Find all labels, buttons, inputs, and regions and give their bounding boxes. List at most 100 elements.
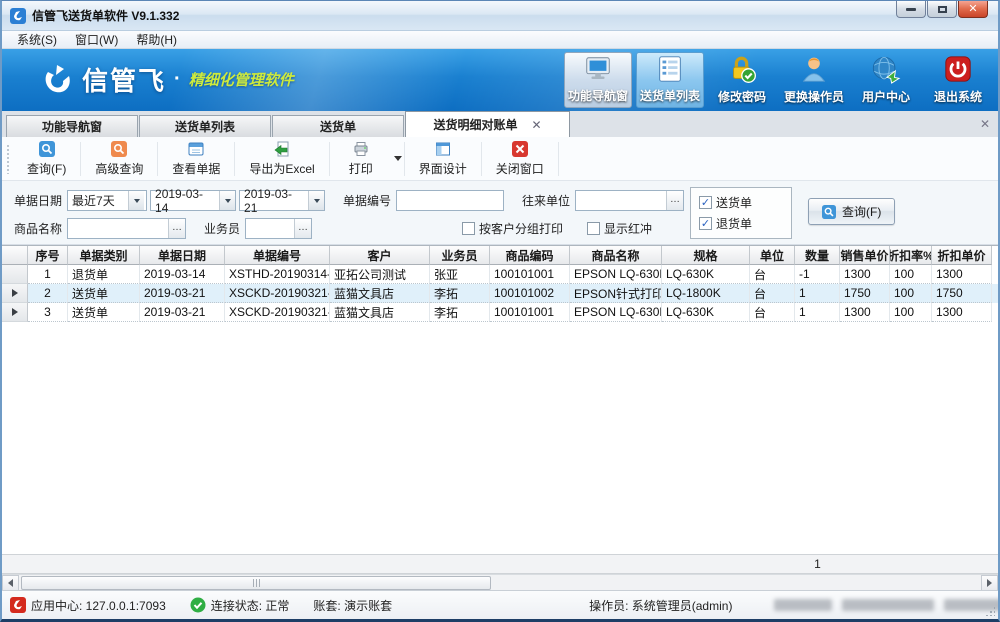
- dropdown-caret-icon[interactable]: [394, 156, 402, 161]
- column-header[interactable]: 序号: [28, 246, 68, 265]
- search-orange-icon: [111, 141, 127, 158]
- table-cell: XSCKD-20190321-0002: [225, 284, 330, 303]
- banner-button-power[interactable]: 退出系统: [924, 52, 992, 108]
- minimize-button[interactable]: [896, 1, 926, 18]
- toolbar-button-close-red[interactable]: 关闭窗口: [484, 138, 556, 180]
- delivery-type-checkbox[interactable]: 送货单: [699, 194, 783, 211]
- toolbar-button-document[interactable]: 查看单据: [160, 138, 232, 180]
- scrollbar-thumb[interactable]: [21, 576, 491, 590]
- table-cell: 李拓: [430, 303, 490, 322]
- table-cell: XSTHD-20190314-0001: [225, 265, 330, 284]
- close-all-tabs-icon[interactable]: ✕: [980, 117, 990, 131]
- menu-item[interactable]: 系统(S): [8, 31, 66, 48]
- column-header[interactable]: 单据编号: [225, 246, 330, 265]
- column-header[interactable]: 规格: [662, 246, 750, 265]
- table-cell: XSCKD-20190321-0002: [225, 303, 330, 322]
- show-red-checkbox[interactable]: 显示红冲: [587, 220, 652, 237]
- row-arrow-icon: [12, 289, 18, 297]
- chevron-down-icon[interactable]: [219, 191, 235, 210]
- column-header[interactable]: 折扣单价: [932, 246, 992, 265]
- toolbar-button-search-orange[interactable]: 高级查询: [83, 138, 155, 180]
- banner-button-lock[interactable]: 修改密码: [708, 52, 776, 108]
- banner-button-person[interactable]: 更换操作员: [780, 52, 848, 108]
- chevron-down-icon[interactable]: [128, 191, 144, 210]
- document-icon: [188, 141, 204, 158]
- design-icon: [435, 141, 451, 158]
- table-cell: 1750: [932, 284, 992, 303]
- column-header[interactable]: 客户: [330, 246, 430, 265]
- tab[interactable]: 送货单 ✕: [272, 115, 404, 137]
- column-header[interactable]: 数量: [795, 246, 840, 265]
- toolbar-button-excel[interactable]: 导出为Excel: [237, 138, 326, 180]
- title-app-icon: [10, 8, 26, 24]
- table-cell: EPSON针式打印机: [570, 284, 662, 303]
- toolbar-grip[interactable]: [6, 144, 11, 174]
- tab-close-icon[interactable]: ✕: [531, 120, 541, 130]
- row-selector: [2, 265, 28, 284]
- table-row[interactable]: 3送货单2019-03-21XSCKD-20190321-0002蓝猫文具店李拓…: [2, 303, 998, 322]
- bill-no-input[interactable]: [396, 190, 504, 211]
- column-header[interactable]: 单位: [750, 246, 795, 265]
- scrollbar-track[interactable]: [19, 575, 981, 591]
- scroll-left-button[interactable]: [2, 575, 19, 591]
- table-row[interactable]: 1退货单2019-03-14XSTHD-20190314-0001亚拓公司测试张…: [2, 265, 998, 284]
- banner-button-monitor[interactable]: 功能导航窗: [564, 52, 632, 108]
- bill-type-groupbox: 送货单 退货单: [690, 187, 792, 239]
- column-header[interactable]: 折扣率%: [890, 246, 932, 265]
- salesman-field: …: [245, 218, 312, 239]
- close-button[interactable]: ✕: [958, 1, 988, 18]
- product-input[interactable]: [68, 220, 168, 237]
- table-cell: 1: [28, 265, 68, 284]
- toolbar-button-printer[interactable]: 打印: [332, 138, 390, 180]
- salesman-label: 业务员: [204, 220, 240, 237]
- table-cell: LQ-630K: [662, 303, 750, 322]
- table-cell: 台: [750, 284, 795, 303]
- column-header[interactable]: 商品名称: [570, 246, 662, 265]
- grid-summary-row: 1: [2, 554, 998, 574]
- brand: 信管飞 · 精细化管理软件: [40, 61, 294, 98]
- column-header[interactable]: 单据日期: [140, 246, 225, 265]
- table-cell: 1: [795, 303, 840, 322]
- search-blue-icon: [39, 141, 55, 158]
- salesman-input[interactable]: [246, 220, 294, 237]
- ellipsis-button[interactable]: …: [666, 191, 683, 210]
- checkbox-icon: [462, 222, 475, 235]
- return-type-checkbox[interactable]: 退货单: [699, 215, 783, 232]
- operator-status: 操作员: 系统管理员(admin): [589, 597, 732, 614]
- query-button[interactable]: 查询(F): [808, 198, 895, 225]
- banner-button-list[interactable]: 送货单列表: [636, 52, 704, 108]
- tab[interactable]: 送货明细对账单 ✕: [405, 111, 570, 137]
- table-row[interactable]: 2送货单2019-03-21XSCKD-20190321-0002蓝猫文具店李拓…: [2, 284, 998, 303]
- chevron-down-icon[interactable]: [308, 191, 324, 210]
- ellipsis-button[interactable]: …: [168, 219, 185, 238]
- printer-icon: [353, 141, 369, 158]
- row-arrow-icon: [12, 308, 18, 316]
- tab[interactable]: 功能导航窗 ✕: [6, 115, 138, 137]
- checkbox-icon: [699, 217, 712, 230]
- column-header[interactable]: 单据类别: [68, 246, 140, 265]
- toolbar-button-design[interactable]: 界面设计: [407, 138, 479, 180]
- date-from-select[interactable]: 2019-03-14: [150, 190, 236, 211]
- group-print-checkbox[interactable]: 按客户分组打印: [462, 220, 563, 237]
- checkbox-icon: [699, 196, 712, 209]
- toolbar-button-search-blue[interactable]: 查询(F): [15, 138, 78, 180]
- banner-button-globe[interactable]: 用户中心: [852, 52, 920, 108]
- menu-item[interactable]: 帮助(H): [127, 31, 186, 48]
- date-label: 单据日期: [14, 192, 62, 209]
- column-header[interactable]: 商品编码: [490, 246, 570, 265]
- column-header[interactable]: 业务员: [430, 246, 490, 265]
- partner-input[interactable]: [576, 192, 666, 209]
- date-preset-select[interactable]: 最近7天: [67, 190, 147, 211]
- maximize-button[interactable]: [927, 1, 957, 18]
- toolbar-separator: [157, 142, 158, 176]
- scroll-right-button[interactable]: [981, 575, 998, 591]
- column-header[interactable]: 销售单价: [840, 246, 890, 265]
- ellipsis-button[interactable]: …: [294, 219, 311, 238]
- row-selector: [2, 284, 28, 303]
- tab[interactable]: 送货单列表 ✕: [139, 115, 271, 137]
- date-to-select[interactable]: 2019-03-21: [239, 190, 325, 211]
- status-ok-icon: [190, 597, 206, 613]
- table-cell: 100101002: [490, 284, 570, 303]
- menu-item[interactable]: 窗口(W): [66, 31, 127, 48]
- banner: 信管飞 · 精细化管理软件 功能导航窗 送货单列表 修改密码 更换操作员 用户中…: [2, 49, 998, 111]
